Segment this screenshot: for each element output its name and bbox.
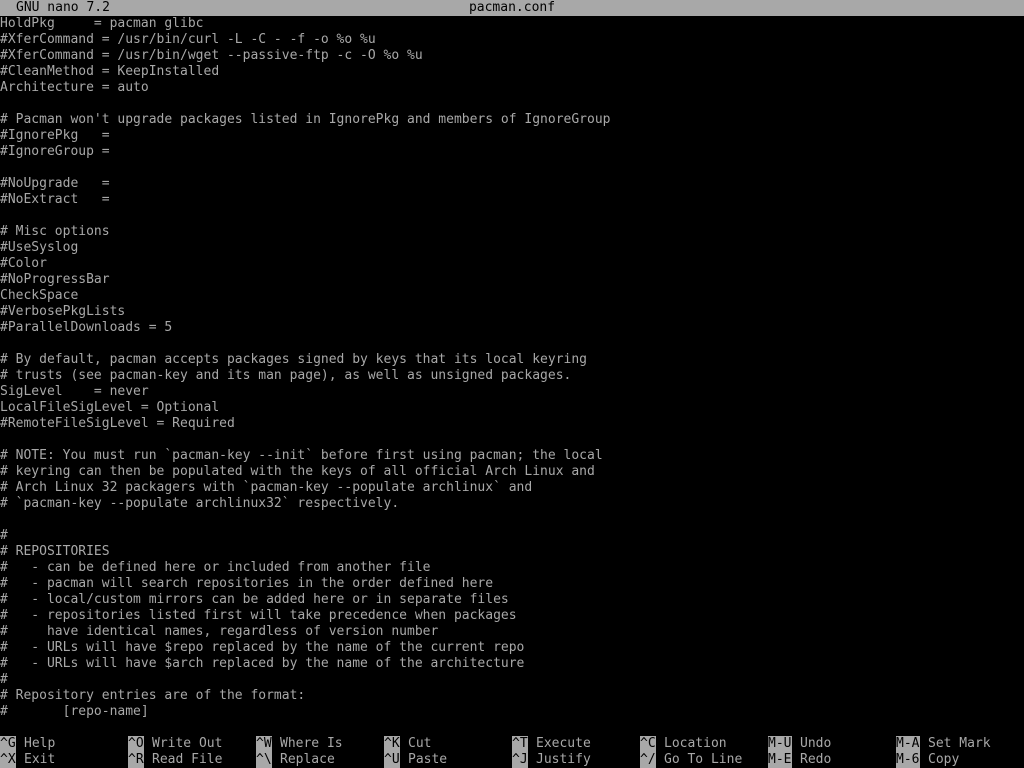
shortcut-label: Redo (800, 752, 832, 767)
shortcut-write-out[interactable]: ^O Write Out (128, 736, 222, 752)
shortcut-key: ^O (128, 736, 144, 752)
editor-line[interactable]: # (0, 528, 1024, 544)
text-editor-area[interactable]: HoldPkg = pacman glibc #XferCommand = /u… (0, 16, 1024, 720)
editor-line[interactable]: CheckSpace (0, 288, 1024, 304)
shortcut-key: ^X (0, 752, 16, 768)
editor-line[interactable] (0, 512, 1024, 528)
shortcut-label: Copy (928, 752, 960, 767)
editor-line[interactable]: #NoUpgrade = (0, 176, 1024, 192)
editor-line[interactable]: # By default, pacman accepts packages si… (0, 352, 1024, 368)
editor-line[interactable]: # have identical names, regardless of ve… (0, 624, 1024, 640)
editor-line[interactable]: #Color (0, 256, 1024, 272)
editor-line[interactable]: # - repositories listed first will take … (0, 608, 1024, 624)
editor-line[interactable] (0, 96, 1024, 112)
editor-line[interactable]: #XferCommand = /usr/bin/wget --passive-f… (0, 48, 1024, 64)
shortcut-execute[interactable]: ^T Execute (512, 736, 591, 752)
shortcut-key: ^R (128, 752, 144, 768)
title-bar: GNU nano 7.2 pacman.conf (0, 0, 1024, 16)
editor-line[interactable]: #NoExtract = (0, 192, 1024, 208)
editor-line[interactable]: # - local/custom mirrors can be added he… (0, 592, 1024, 608)
editor-line[interactable]: #ParallelDownloads = 5 (0, 320, 1024, 336)
shortcut-location[interactable]: ^C Location (640, 736, 727, 752)
shortcut-label: Read File (152, 752, 223, 767)
editor-line[interactable]: # Misc options (0, 224, 1024, 240)
shortcut-help[interactable]: ^G Help (0, 736, 55, 752)
editor-line[interactable] (0, 208, 1024, 224)
editor-line[interactable]: # - URLs will have $repo replaced by the… (0, 640, 1024, 656)
shortcut-label: Cut (408, 736, 432, 751)
shortcut-replace[interactable]: ^\ Replace (256, 752, 335, 768)
editor-line[interactable]: #IgnorePkg = (0, 128, 1024, 144)
editor-line[interactable]: # [repo-name] (0, 704, 1024, 720)
editor-line[interactable]: #XferCommand = /usr/bin/curl -L -C - -f … (0, 32, 1024, 48)
shortcut-key: M-U (768, 736, 792, 752)
shortcut-label: Location (664, 736, 727, 751)
editor-line[interactable]: # trusts (see pacman-key and its man pag… (0, 368, 1024, 384)
shortcut-label: Where Is (280, 736, 343, 751)
shortcut-key: M-A (896, 736, 920, 752)
editor-line[interactable]: # - URLs will have $arch replaced by the… (0, 656, 1024, 672)
editor-line[interactable]: #VerbosePkgLists (0, 304, 1024, 320)
editor-line[interactable] (0, 336, 1024, 352)
editor-line[interactable]: # (0, 672, 1024, 688)
editor-line[interactable]: LocalFileSigLevel = Optional (0, 400, 1024, 416)
shortcut-label: Undo (800, 736, 832, 751)
shortcut-where-is[interactable]: ^W Where Is (256, 736, 343, 752)
shortcut-exit[interactable]: ^X Exit (0, 752, 55, 768)
shortcut-paste[interactable]: ^U Paste (384, 752, 447, 768)
editor-line[interactable]: #UseSyslog (0, 240, 1024, 256)
shortcut-key: ^U (384, 752, 400, 768)
editor-line[interactable]: Architecture = auto (0, 80, 1024, 96)
shortcut-label: Justify (536, 752, 591, 767)
shortcut-redo[interactable]: M-E Redo (768, 752, 831, 768)
editor-line[interactable]: # Arch Linux 32 packagers with `pacman-k… (0, 480, 1024, 496)
editor-line[interactable]: # NOTE: You must run `pacman-key --init`… (0, 448, 1024, 464)
editor-line[interactable] (0, 432, 1024, 448)
shortcut-key: ^G (0, 736, 16, 752)
shortcut-label: Help (24, 736, 56, 751)
editor-line[interactable]: # Pacman won't upgrade packages listed i… (0, 112, 1024, 128)
shortcut-set-mark[interactable]: M-A Set Mark (896, 736, 991, 752)
shortcut-key: ^C (640, 736, 656, 752)
shortcut-key: M-E (768, 752, 792, 768)
editor-line[interactable]: #IgnoreGroup = (0, 144, 1024, 160)
editor-line[interactable]: HoldPkg = pacman glibc (0, 16, 1024, 32)
shortcut-justify[interactable]: ^J Justify (512, 752, 591, 768)
file-name: pacman.conf (468, 0, 556, 15)
shortcut-label: Replace (280, 752, 335, 767)
editor-line[interactable]: # - can be defined here or included from… (0, 560, 1024, 576)
editor-line[interactable]: # REPOSITORIES (0, 544, 1024, 560)
shortcut-undo[interactable]: M-U Undo (768, 736, 831, 752)
shortcut-key: ^/ (640, 752, 656, 768)
editor-line[interactable]: #RemoteFileSigLevel = Required (0, 416, 1024, 432)
editor-line[interactable] (0, 160, 1024, 176)
editor-line[interactable]: # keyring can then be populated with the… (0, 464, 1024, 480)
editor-line[interactable]: SigLevel = never (0, 384, 1024, 400)
shortcut-copy[interactable]: M-6 Copy (896, 752, 959, 768)
shortcut-label: Exit (24, 752, 56, 767)
editor-line[interactable]: # `pacman-key --populate archlinux32` re… (0, 496, 1024, 512)
shortcut-read-file[interactable]: ^R Read File (128, 752, 222, 768)
shortcut-key: ^T (512, 736, 528, 752)
shortcut-key: ^\ (256, 752, 272, 768)
shortcut-key: M-6 (896, 752, 920, 768)
shortcut-label: Write Out (152, 736, 223, 751)
shortcut-label: Go To Line (664, 752, 743, 767)
editor-line[interactable]: #NoProgressBar (0, 272, 1024, 288)
shortcut-label: Paste (408, 752, 448, 767)
shortcut-key: ^J (512, 752, 528, 768)
shortcut-key: ^K (384, 736, 400, 752)
editor-line[interactable]: #CleanMethod = KeepInstalled (0, 64, 1024, 80)
shortcut-key: ^W (256, 736, 272, 752)
shortcut-bar: ^G Help ^O Write Out ^W Where Is ^K Cut ^T Ex… (0, 736, 1024, 768)
shortcut-label: Execute (536, 736, 591, 751)
editor-line[interactable]: # - pacman will search repositories in t… (0, 576, 1024, 592)
shortcut-cut[interactable]: ^K Cut (384, 736, 431, 752)
shortcut-label: Set Mark (928, 736, 991, 751)
shortcut-go-to-line[interactable]: ^/ Go To Line (640, 752, 742, 768)
editor-line[interactable]: # Repository entries are of the format: (0, 688, 1024, 704)
